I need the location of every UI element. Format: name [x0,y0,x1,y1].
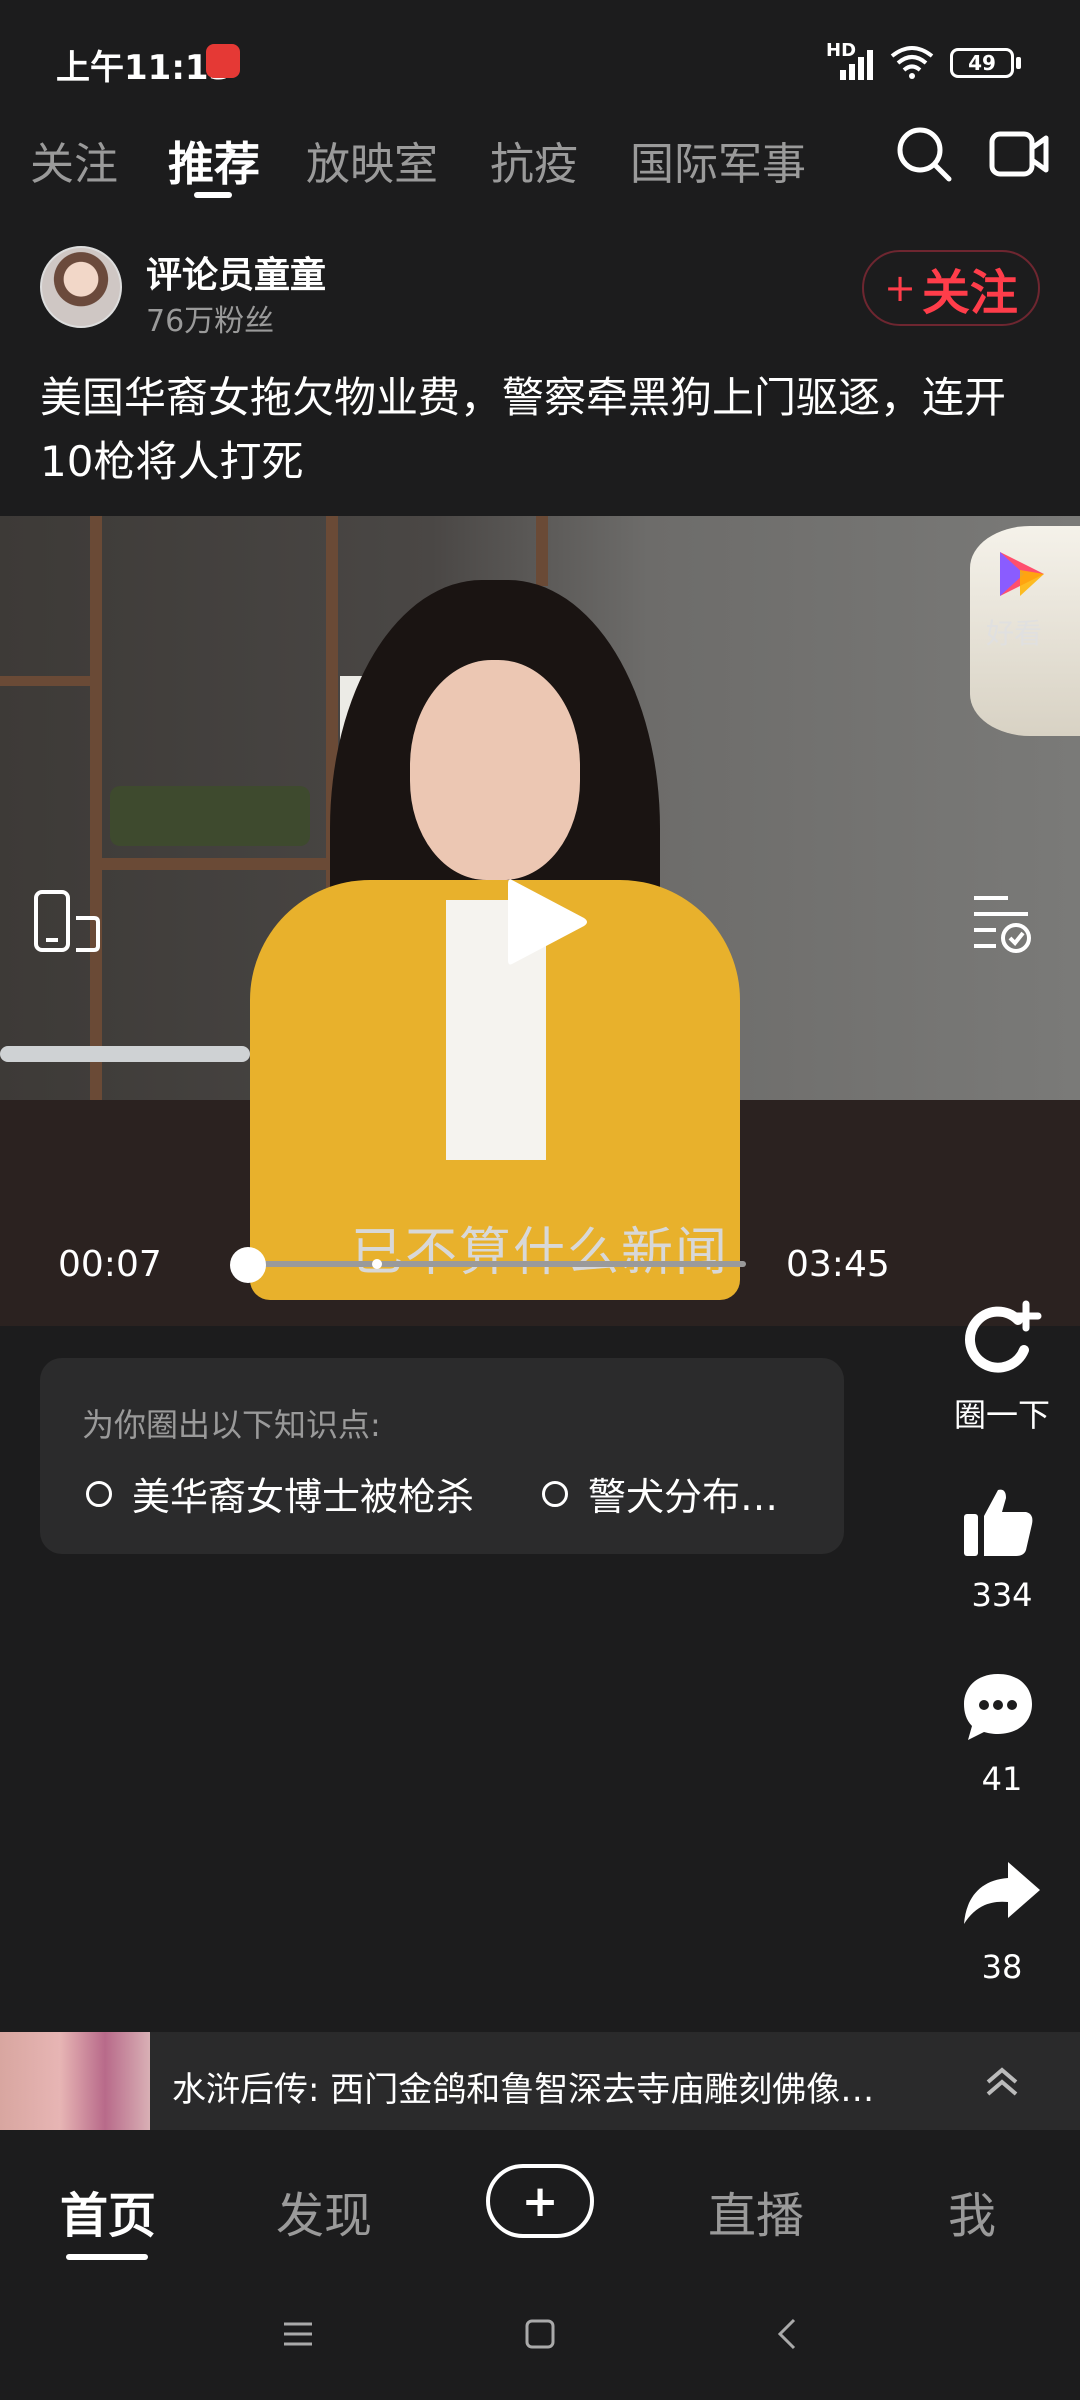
knowledge-point-2[interactable]: 警犬分布… [542,1466,778,1521]
haokan-logo-icon [1000,552,1044,596]
circle-icon [86,1480,112,1507]
battery-tip [1016,57,1021,69]
nav-discover[interactable]: 发现 [276,2176,372,2246]
play-icon[interactable] [500,872,590,972]
nav-live[interactable]: 直播 [708,2176,804,2246]
video-subtitle: 已不算什么新闻 [350,1223,729,1283]
share-count: 38 [981,1948,1023,1986]
tab-follow[interactable]: 关注 [30,128,118,192]
knowledge-point-1[interactable]: 美华裔女博士被枪杀 [86,1466,474,1521]
tab-active-indicator [194,192,232,198]
related-video-thumbnail[interactable] [0,2032,150,2130]
author-avatar[interactable] [40,246,122,328]
haokan-label: 好看 [986,617,1043,650]
circle-icon [542,1480,568,1507]
author-name[interactable]: 评论员童童 [146,246,326,298]
search-icon[interactable] [894,124,954,184]
post-title[interactable]: 美国华裔女拖欠物业费，警察牵黑狗上门驱逐，连开10枪将人打死 [40,366,1040,494]
tab-international-military[interactable]: 国际军事 [630,128,806,192]
chevron-up-icon[interactable] [982,2062,1022,2102]
tab-recommend[interactable]: 推荐 [168,128,260,194]
comment-icon[interactable] [960,1670,1036,1744]
model-tank [110,786,310,846]
nav-me[interactable]: 我 [948,2176,996,2246]
progress-marker [372,1259,382,1269]
shelf-board [0,676,90,686]
model-plane [0,1046,250,1062]
signal-icon [840,50,873,80]
menu-icon[interactable] [280,2316,316,2352]
follow-button[interactable]: + 关注 [862,250,1040,326]
knowledge-card [40,1358,844,1554]
comment-count: 41 [981,1760,1023,1798]
like-icon[interactable] [960,1484,1036,1560]
playlist-icon[interactable] [968,888,1034,954]
share-icon[interactable] [960,1858,1044,1928]
screen-rotate-icon[interactable] [32,888,102,954]
publish-button[interactable]: + [486,2164,594,2238]
wifi-icon [890,46,934,79]
plus-icon: + [884,266,916,310]
back-icon[interactable] [770,2316,806,2352]
tab-anti-epidemic[interactable]: 抗疫 [490,128,578,192]
progress-track[interactable] [232,1261,746,1267]
shelf-board [100,858,340,870]
circle-refresh-icon[interactable] [960,1298,1044,1378]
nav-home[interactable]: 首页 [60,2176,156,2246]
home-square-icon[interactable] [522,2316,558,2352]
progress-thumb[interactable] [229,1247,266,1283]
like-count: 334 [971,1576,1033,1614]
shelf-frame [536,516,548,586]
nav-active-indicator [66,2254,148,2260]
circle-label[interactable]: 圈一下 [932,1390,1072,1436]
shelf-frame [90,516,102,1100]
battery-indicator: 49 [950,48,1014,78]
knowledge-title: 为你圈出以下知识点: [82,1406,381,1444]
app-notification-icon [206,44,240,78]
battery-level: 49 [968,51,996,75]
tab-cinema[interactable]: 放映室 [306,128,438,192]
knowledge-point-label: 美华裔女博士被枪杀 [132,1475,475,1519]
presenter-face [410,660,580,880]
author-fans-count: 76万粉丝 [146,304,275,339]
related-video-title[interactable]: 水浒后传: 西门金鸽和鲁智深去寺庙雕刻佛像… [172,2062,874,2111]
video-current-time: 00:07 [58,1244,162,1285]
knowledge-point-label: 警犬分布… [588,1475,779,1519]
video-camera-icon[interactable] [988,126,1050,182]
plus-icon: + [521,2175,559,2227]
follow-label: 关注 [921,265,1018,321]
video-total-time: 03:45 [786,1244,890,1285]
